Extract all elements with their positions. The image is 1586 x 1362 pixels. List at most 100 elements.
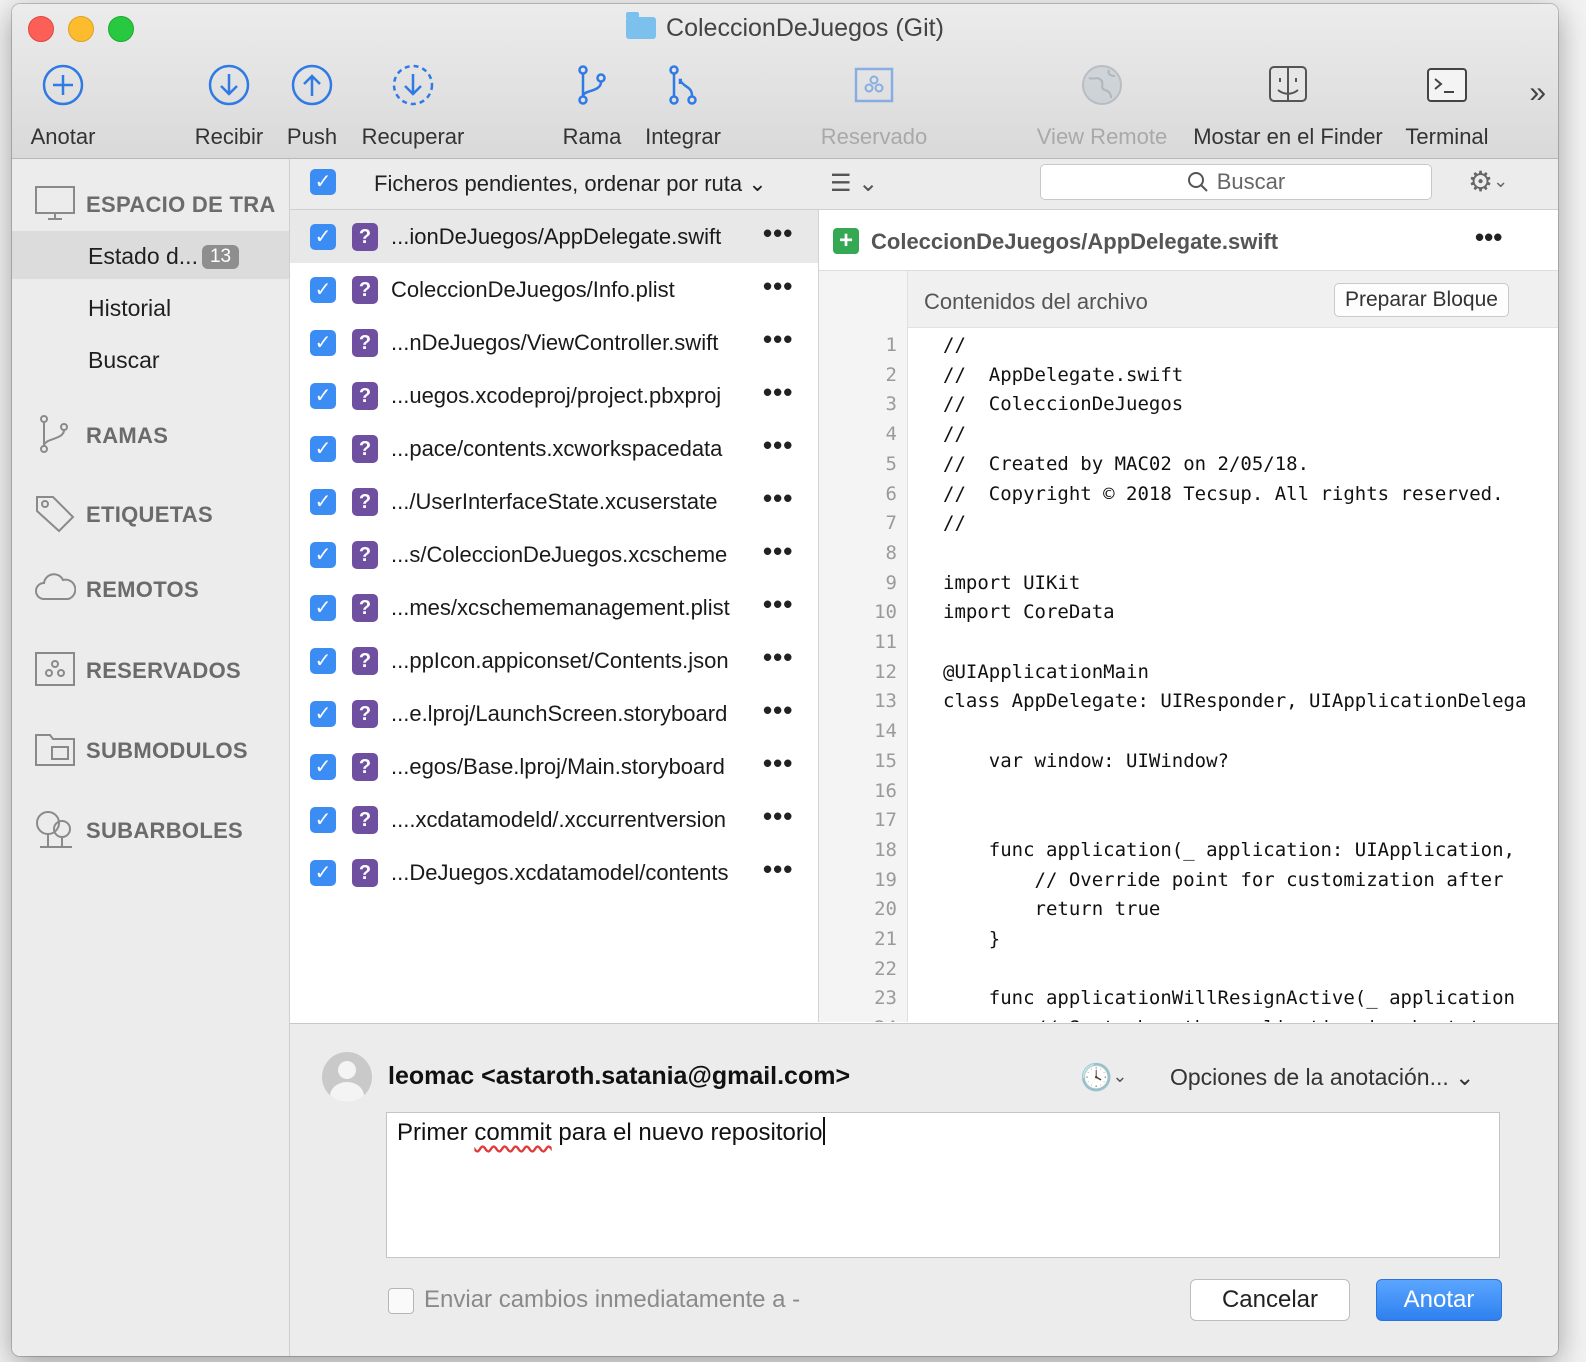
file-row[interactable]: ✓? ...uegos.xcodeproj/project.pbxproj ••• [290,369,818,422]
file-row[interactable]: ✓? ...ionDeJuegos/AppDelegate.swift ••• [290,210,818,263]
code-text: // Created by MAC02 on 2/05/18. [943,452,1310,475]
code-line: 22 [819,958,1558,988]
line-number: 16 [874,779,897,802]
file-checkbox[interactable]: ✓ [310,648,336,674]
cloud-icon [34,573,77,609]
file-row[interactable]: ✓? ...DeJuegos.xcdatamodel/contents ••• [290,846,818,899]
file-checkbox[interactable]: ✓ [310,807,336,833]
sidebar-section-stashes[interactable]: RESERVADOS [34,651,241,693]
line-number: 7 [885,512,897,535]
terminal-toolbar-button[interactable]: Terminal [1402,62,1492,150]
commit-submit-button[interactable]: Anotar [1376,1279,1502,1321]
view-mode-dropdown[interactable]: ☰ ⌄ [830,169,878,198]
cancel-button[interactable]: Cancelar [1190,1279,1350,1321]
file-checkbox[interactable]: ✓ [310,277,336,303]
file-row[interactable]: ✓? ColeccionDeJuegos/Info.plist ••• [290,263,818,316]
file-actions-button[interactable]: ••• [763,377,793,408]
file-actions-button[interactable]: ••• [763,324,793,355]
file-actions-button[interactable]: ••• [763,854,793,885]
sidebar: ESPACIO DE TRA Estado d... 13 Historial B… [12,159,290,1356]
diff-actions-button[interactable]: ••• [1475,222,1502,253]
file-checkbox[interactable]: ✓ [310,436,336,462]
code-text: // Sent when the application is about to… [943,1017,1515,1022]
hunk-header: Contenidos del archivo Preparar Bloque [908,271,1558,328]
push-immediately-checkbox[interactable] [388,1288,414,1314]
added-file-icon: + [833,228,859,254]
file-checkbox[interactable]: ✓ [310,383,336,409]
file-row[interactable]: ✓? ...egos/Base.lproj/Main.storyboard ••• [290,740,818,793]
file-checkbox[interactable]: ✓ [310,542,336,568]
search-icon [1187,172,1208,192]
merge-toolbar-button[interactable]: Integrar [638,62,728,150]
terminal-toolbar-label: Terminal [1405,124,1489,149]
branch-toolbar-button[interactable]: Rama [562,62,622,150]
file-actions-button[interactable]: ••• [763,642,793,673]
sidebar-section-tags[interactable]: ETIQUETAS [34,493,213,539]
line-number: 17 [874,809,897,832]
file-row[interactable]: ✓? ...nDeJuegos/ViewController.swift ••• [290,316,818,369]
pull-toolbar-button[interactable]: Recibir [192,62,266,150]
sidebar-item-file-status[interactable]: Estado d... 13 [88,243,240,270]
file-actions-button[interactable]: ••• [763,430,793,461]
untracked-status-icon: ? [352,382,378,410]
sidebar-section-submodules[interactable]: SUBMODULOS [34,731,248,773]
file-actions-button[interactable]: ••• [763,271,793,302]
file-checkbox[interactable]: ✓ [310,860,336,886]
file-row[interactable]: ✓? .../UserInterfaceState.xcuserstate ••• [290,475,818,528]
file-actions-button[interactable]: ••• [763,589,793,620]
line-number: 10 [874,601,897,624]
file-checkbox[interactable]: ✓ [310,330,336,356]
line-number: 20 [874,898,897,921]
untracked-status-icon: ? [352,223,378,251]
line-number: 13 [874,690,897,713]
file-actions-button[interactable]: ••• [763,536,793,567]
sidebar-section-workspace[interactable]: ESPACIO DE TRA [34,185,276,227]
file-checkbox[interactable]: ✓ [310,754,336,780]
search-placeholder: Buscar [1216,169,1286,194]
sort-dropdown[interactable]: Ficheros pendientes, ordenar por ruta ⌄ [374,171,767,197]
code-text: @UIApplicationMain [943,660,1149,683]
code-text: // [943,334,966,356]
push-toolbar-label: Push [286,124,338,149]
toolbar-overflow-button[interactable]: » [1529,76,1546,110]
history-clock-button[interactable]: 🕓⌄ [1080,1062,1127,1093]
commit-message-input[interactable]: Primer commit para el nuevo repositorio [386,1112,1500,1258]
file-actions-button[interactable]: ••• [763,801,793,832]
stash-toolbar-button[interactable]: Reservado [818,62,930,150]
sidebar-item-history[interactable]: Historial [88,295,171,322]
file-actions-button[interactable]: ••• [763,218,793,249]
search-input[interactable]: Buscar [1040,164,1432,200]
file-checkbox[interactable]: ✓ [310,489,336,515]
file-row[interactable]: ✓? ...mes/xcschememanagement.plist ••• [290,581,818,634]
stage-hunk-button[interactable]: Preparar Bloque [1334,283,1509,317]
file-name: ...DeJuegos.xcdatamodel/contents [391,860,729,885]
push-toolbar-button[interactable]: Push [282,62,342,150]
file-row[interactable]: ✓? ...s/ColeccionDeJuegos.xcscheme ••• [290,528,818,581]
tags-label: ETIQUETAS [86,501,213,527]
commit-options-dropdown[interactable]: Opciones de la anotación... ⌄ [1170,1064,1474,1091]
file-checkbox[interactable]: ✓ [310,701,336,727]
stash-box-icon [34,651,76,693]
file-row[interactable]: ✓? ...pace/contents.xcworkspacedata ••• [290,422,818,475]
show-finder-toolbar-button[interactable]: Mostar en el Finder [1186,62,1390,150]
line-number: 19 [874,868,897,891]
sidebar-item-search[interactable]: Buscar [88,347,160,374]
untracked-status-icon: ? [352,859,378,887]
settings-gear-button[interactable]: ⚙⌄ [1468,165,1508,198]
file-row[interactable]: ✓? ...e.lproj/LaunchScreen.storyboard ••• [290,687,818,740]
file-row[interactable]: ✓? ....xcdatamodeld/.xccurrentversion ••• [290,793,818,846]
code-text: // [943,423,966,446]
file-checkbox[interactable]: ✓ [310,224,336,250]
select-all-checkbox[interactable]: ✓ [310,169,336,195]
commit-toolbar-button[interactable]: Anotar [28,62,98,150]
file-checkbox[interactable]: ✓ [310,595,336,621]
sidebar-section-branches[interactable]: RAMAS [34,413,168,461]
fetch-toolbar-button[interactable]: Recuperar [358,62,468,150]
sidebar-section-remotes[interactable]: REMOTOS [34,573,199,609]
file-row[interactable]: ✓? ...ppIcon.appiconset/Contents.json ••• [290,634,818,687]
file-actions-button[interactable]: ••• [763,483,793,514]
sidebar-section-subtrees[interactable]: SUBARBOLES [34,809,243,855]
view-remote-toolbar-button[interactable]: View Remote [1032,62,1172,150]
file-actions-button[interactable]: ••• [763,695,793,726]
file-actions-button[interactable]: ••• [763,748,793,779]
